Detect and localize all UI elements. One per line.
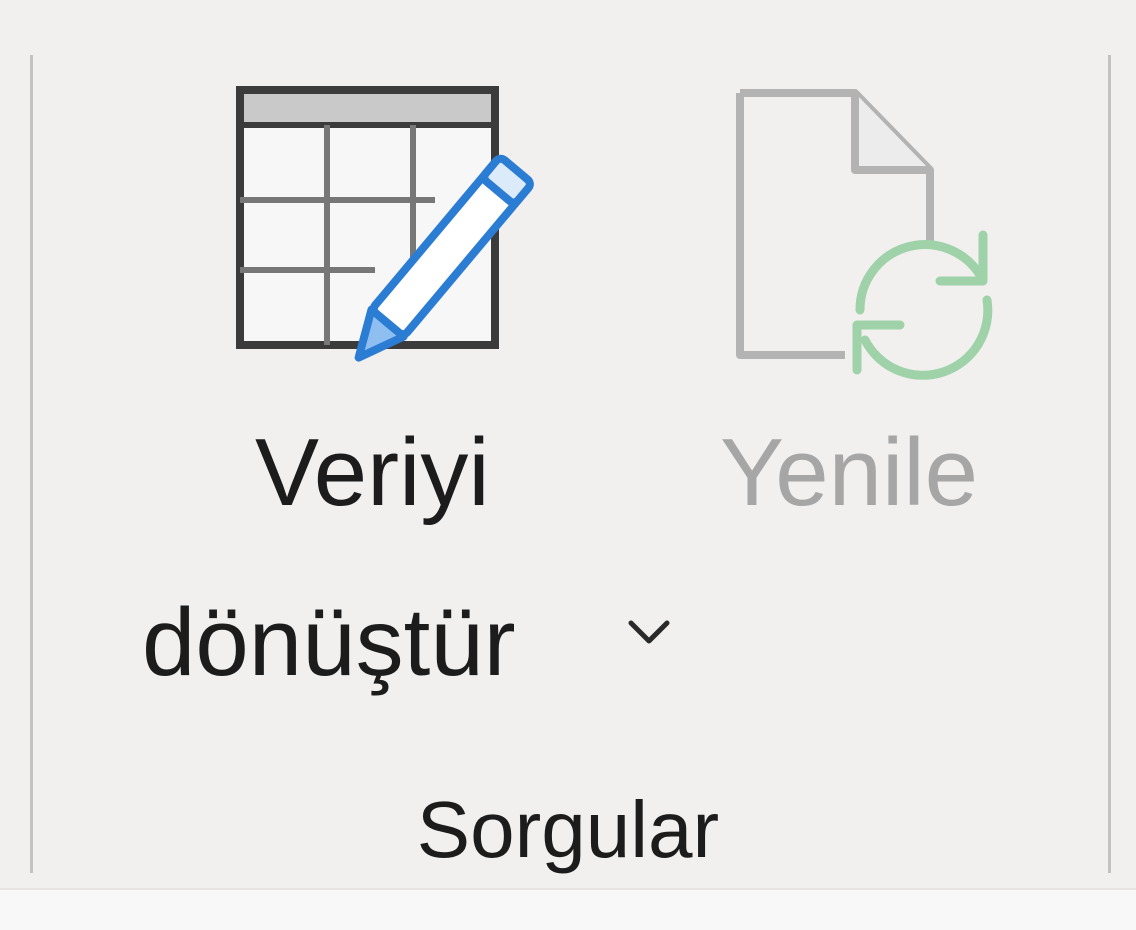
- group-separator-left: [30, 55, 33, 873]
- chevron-down-icon[interactable]: [625, 613, 673, 653]
- ribbon-group-queries: Veriyi dönüştür Yenile Sorgular: [0, 0, 1136, 888]
- refresh-document-icon: [736, 89, 993, 380]
- transform-data-label-line1: Veriyi: [255, 419, 490, 526]
- group-separator-right: [1108, 55, 1111, 873]
- table-edit-icon: [236, 86, 534, 362]
- group-label: Sorgular: [416, 785, 720, 874]
- refresh-label: Yenile: [720, 419, 979, 526]
- ribbon-bottom-strip: [0, 888, 1136, 930]
- transform-data-button[interactable]: Veriyi dönüştür: [120, 70, 680, 696]
- transform-data-label-line2: dönüştür: [142, 589, 516, 696]
- refresh-button[interactable]: Yenile: [700, 70, 1030, 540]
